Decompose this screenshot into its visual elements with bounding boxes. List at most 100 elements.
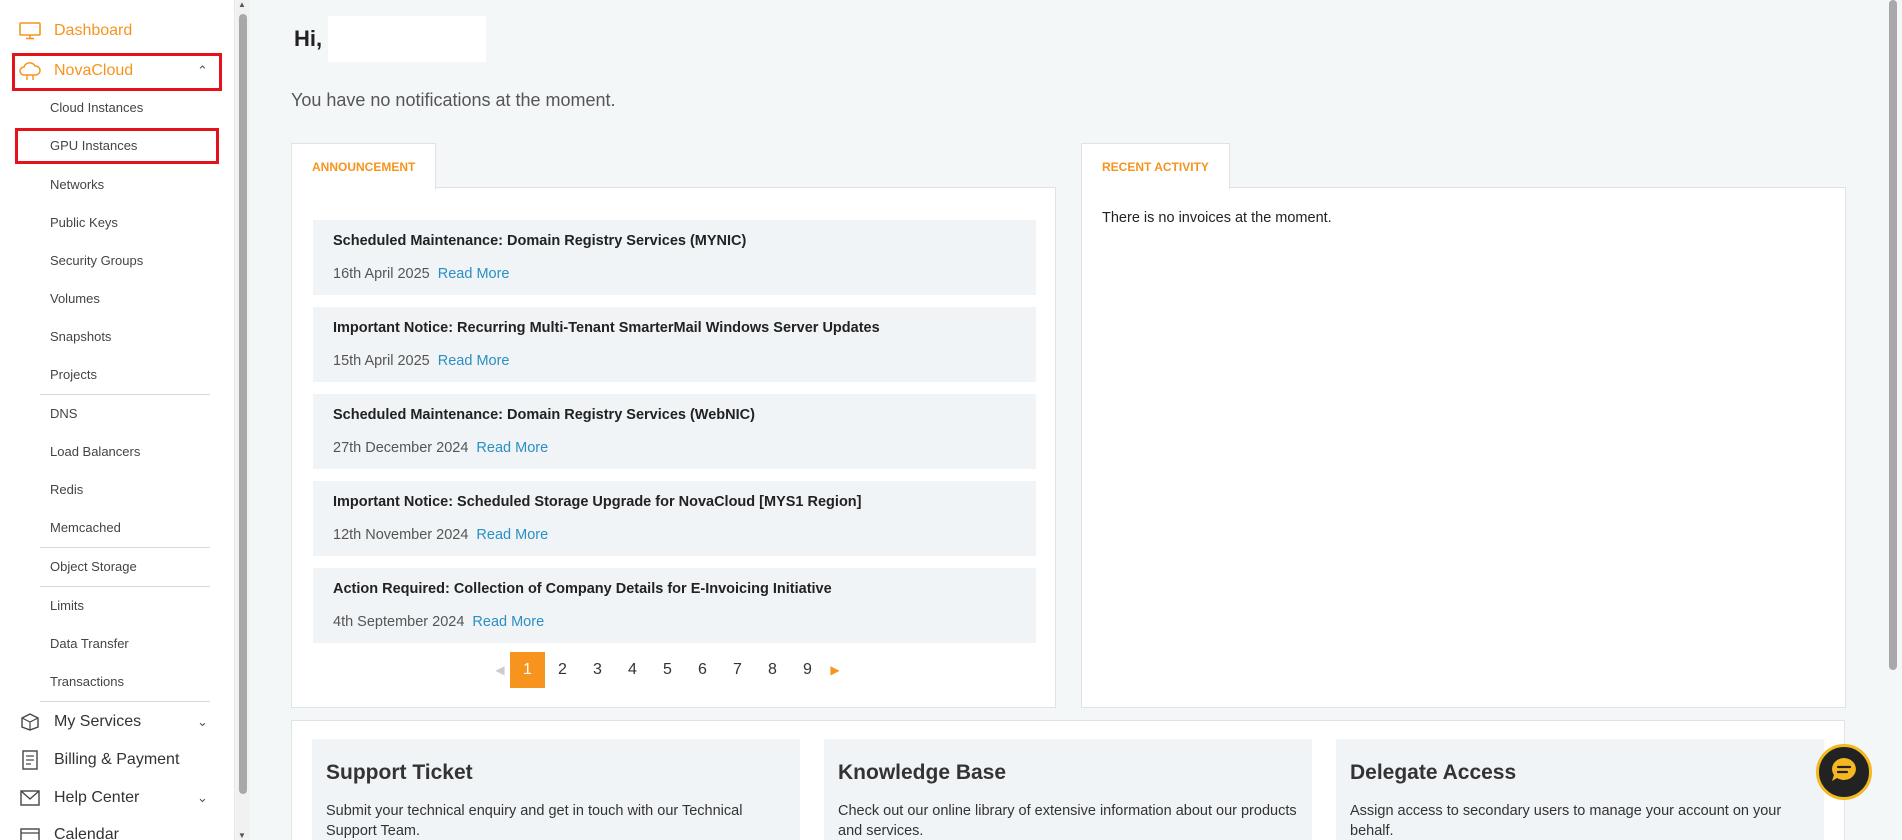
page-3[interactable]: 3 [580,652,615,688]
divider [40,547,210,548]
chat-bubble-icon [1829,755,1859,790]
mail-icon [18,787,42,809]
invoice-icon [18,749,42,771]
card-support-ticket[interactable]: Support Ticket Submit your technical enq… [312,739,800,840]
main-content: Hi, You have no notifications at the mom… [250,0,1885,840]
announcement-title[interactable]: Important Notice: Scheduled Storage Upgr… [333,494,862,510]
page-scrollbar[interactable] [1885,0,1902,840]
sidebar-sub-gpu-instances[interactable]: GPU Instances [50,136,137,156]
announcement-title[interactable]: Action Required: Collection of Company D… [333,581,832,597]
sidebar-item-my-services[interactable]: My Services ⌄ [0,705,225,739]
sidebar-item-billing[interactable]: Billing & Payment [0,743,225,777]
divider [40,701,210,702]
announcement-panel: Scheduled Maintenance: Domain Registry S… [291,187,1056,708]
page-5[interactable]: 5 [650,652,685,688]
scroll-up-arrow-icon[interactable]: ▲ [238,0,246,9]
read-more-link[interactable]: Read More [476,440,548,456]
calendar-icon [18,824,42,840]
sidebar: Dashboard NovaCloud ⌃ Cloud Instances GP… [0,0,235,840]
sidebar-item-label: NovaCloud [54,62,134,79]
greeting: Hi, [294,16,487,62]
chevron-down-icon: ⌄ [197,714,208,729]
divider [40,394,210,395]
announcement-date: 27th December 2024 [333,440,469,456]
sidebar-sub-networks[interactable]: Networks [50,175,104,195]
page-4[interactable]: 4 [615,652,650,688]
page-6[interactable]: 6 [685,652,720,688]
tab-recent-activity[interactable]: RECENT ACTIVITY [1081,143,1230,189]
announcement-item[interactable]: Action Required: Collection of Company D… [313,568,1036,643]
card-title: Delegate Access [1350,761,1517,784]
announcement-title[interactable]: Scheduled Maintenance: Domain Registry S… [333,407,755,423]
announcement-item[interactable]: Important Notice: Scheduled Storage Upgr… [313,481,1036,556]
no-invoices-text: There is no invoices at the moment. [1102,210,1332,226]
announcement-date: 15th April 2025 [333,353,430,369]
chevron-down-icon: ⌄ [197,790,208,805]
tab-announcement[interactable]: ANNOUNCEMENT [291,143,437,189]
sidebar-sub-snapshots[interactable]: Snapshots [50,327,111,347]
cloud-icon [18,60,42,82]
sidebar-item-label: Dashboard [54,22,133,39]
greeting-text: Hi, [294,26,323,51]
sidebar-item-label: Help Center [54,789,140,806]
announcement-date: 12th November 2024 [333,527,469,543]
box-icon [18,711,42,733]
scrollbar-thumb[interactable] [1889,0,1897,670]
sidebar-sub-dns[interactable]: DNS [50,404,77,424]
sidebar-item-calendar[interactable]: Calendar [0,818,225,840]
divider [40,586,210,587]
sidebar-scrollbar[interactable]: ▲ ▼ [236,0,250,840]
sidebar-sub-redis[interactable]: Redis [50,480,83,500]
announcement-title[interactable]: Important Notice: Recurring Multi-Tenant… [333,320,880,336]
chevron-up-icon: ⌃ [197,63,208,78]
card-title: Support Ticket [326,761,473,784]
page-8[interactable]: 8 [755,652,790,688]
recent-activity-panel: There is no invoices at the moment. [1081,187,1846,708]
sidebar-sub-memcached[interactable]: Memcached [50,518,121,538]
card-title: Knowledge Base [838,761,1007,784]
announcement-item[interactable]: Scheduled Maintenance: Domain Registry S… [313,394,1036,469]
sidebar-item-label: Billing & Payment [54,751,180,768]
chat-button[interactable] [1816,744,1872,800]
sidebar-item-label: My Services [54,713,142,730]
read-more-link[interactable]: Read More [438,266,510,282]
sidebar-sub-load-balancers[interactable]: Load Balancers [50,442,140,462]
sidebar-item-help-center[interactable]: Help Center ⌄ [0,781,225,815]
sidebar-sub-security-groups[interactable]: Security Groups [50,251,143,271]
announcement-item[interactable]: Important Notice: Recurring Multi-Tenant… [313,307,1036,382]
pagination: ◀ 1 2 3 4 5 6 7 8 9 ▶ [490,652,845,688]
sidebar-sub-projects[interactable]: Projects [50,365,97,385]
sidebar-sub-cloud-instances[interactable]: Cloud Instances [50,98,143,118]
sidebar-sub-transactions[interactable]: Transactions [50,672,124,692]
sidebar-sub-volumes[interactable]: Volumes [50,289,100,309]
page-7[interactable]: 7 [720,652,755,688]
sidebar-item-label: Calendar [54,826,119,840]
card-delegate-access[interactable]: Delegate Access Assign access to seconda… [1336,739,1824,840]
read-more-link[interactable]: Read More [438,353,510,369]
card-description: Check out our online library of extensiv… [838,803,1297,839]
sidebar-sub-limits[interactable]: Limits [50,596,84,616]
quick-links-section: Support Ticket Submit your technical enq… [291,720,1845,840]
prev-page-icon[interactable]: ◀ [490,663,510,677]
scrollbar-thumb[interactable] [239,14,247,794]
notifications-text: You have no notifications at the moment. [291,90,616,110]
page-2[interactable]: 2 [545,652,580,688]
sidebar-item-dashboard[interactable]: Dashboard [0,14,225,48]
scroll-down-arrow-icon[interactable]: ▼ [238,831,246,840]
card-knowledge-base[interactable]: Knowledge Base Check out our online libr… [824,739,1312,840]
page-1[interactable]: 1 [510,652,545,688]
sidebar-sub-object-storage[interactable]: Object Storage [50,557,137,577]
read-more-link[interactable]: Read More [472,614,544,630]
sidebar-sub-data-transfer[interactable]: Data Transfer [50,634,129,654]
read-more-link[interactable]: Read More [476,527,548,543]
announcement-date: 16th April 2025 [333,266,430,282]
sidebar-sub-public-keys[interactable]: Public Keys [50,213,118,233]
next-page-icon[interactable]: ▶ [825,663,845,677]
user-name-redacted [328,16,487,62]
announcement-date: 4th September 2024 [333,614,465,630]
monitor-icon [18,20,42,42]
page-9[interactable]: 9 [790,652,825,688]
announcement-title[interactable]: Scheduled Maintenance: Domain Registry S… [333,233,746,249]
sidebar-item-novacloud[interactable]: NovaCloud ⌃ [0,54,225,88]
announcement-item[interactable]: Scheduled Maintenance: Domain Registry S… [313,220,1036,295]
